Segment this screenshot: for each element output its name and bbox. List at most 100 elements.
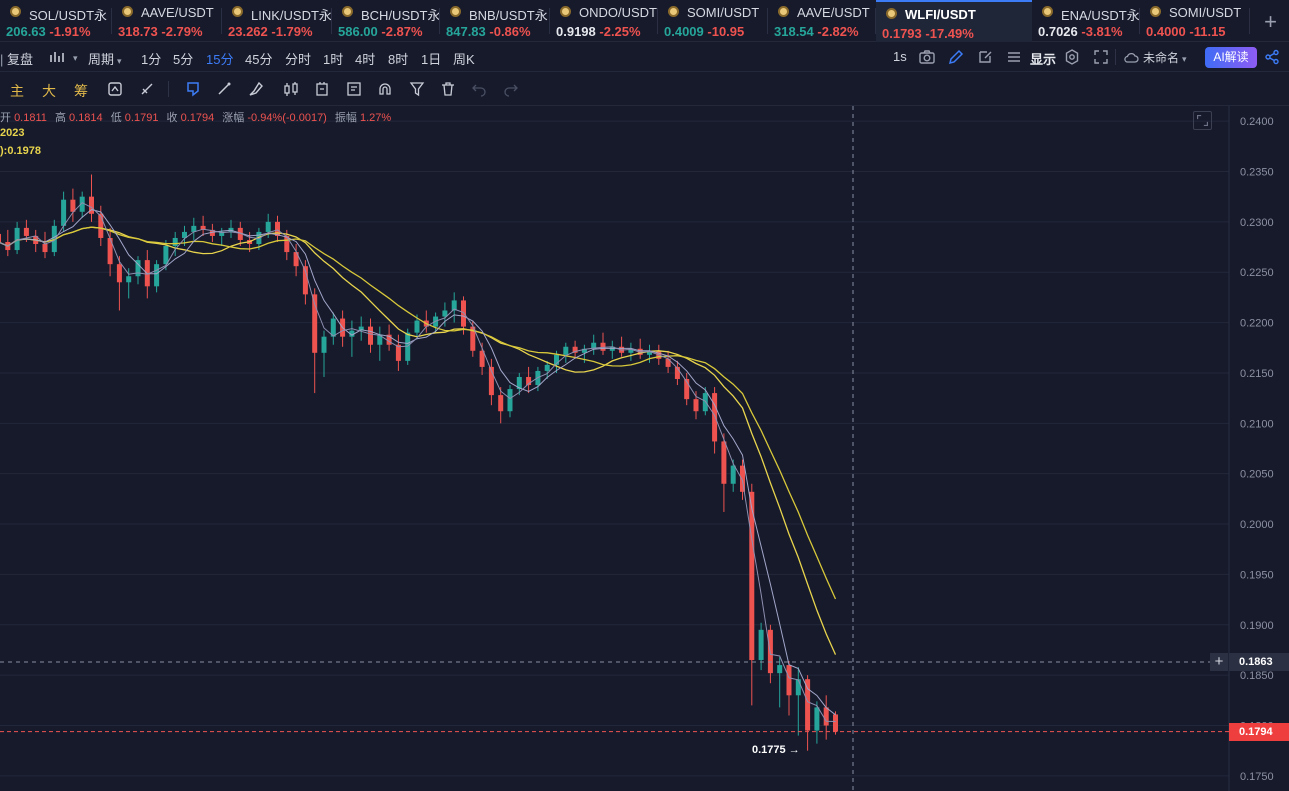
tab-change: -1.91% — [49, 24, 91, 39]
tab-price-change: 0.7026 -3.81% — [1038, 24, 1123, 39]
candle-body — [461, 300, 466, 327]
replay-button[interactable]: | 复盘 — [0, 49, 33, 68]
chart-canvas[interactable]: 0.2400 0.2350 0.2300 0.2250 0.2200 0.2150 0.21… — [0, 106, 1289, 791]
y-tick-label: 0.1750 — [1240, 771, 1274, 783]
replay-edge-icon: | — [0, 52, 4, 67]
note-tool-icon[interactable] — [345, 80, 363, 98]
tab-price: 0.9198 — [556, 24, 596, 39]
interval-button[interactable]: 周K — [453, 49, 475, 68]
symbol-tab[interactable]: SOMI/USDT 0.4000 -11.15 — [1140, 0, 1250, 42]
fullscreen-icon[interactable] — [1092, 48, 1110, 66]
tab-separator — [1249, 8, 1250, 34]
candle-body — [777, 665, 783, 674]
close-value: 0.1794 — [180, 112, 215, 124]
low-marker-label: 0.1775 → — [752, 743, 800, 756]
crosshair-price-tag: 0.1863 — [1229, 653, 1289, 672]
coin-icon — [560, 6, 571, 17]
share-nodes-icon[interactable] — [1263, 48, 1281, 66]
redo-icon[interactable] — [502, 80, 520, 98]
expand-icon[interactable] — [1193, 111, 1212, 130]
tab-price: 0.4000 — [1146, 24, 1186, 39]
symbol-tab[interactable]: AAVE/USDT 318.73 -2.79% — [112, 0, 222, 42]
period-dropdown[interactable]: 周期 ▾ — [88, 49, 122, 68]
interval-button[interactable]: 1分 — [141, 49, 161, 68]
indicator-cycle-icon[interactable] — [106, 80, 124, 98]
symbol-tab[interactable]: ENA/USDT永 0.7026 -3.81% — [1032, 0, 1140, 42]
coin-icon — [778, 6, 789, 17]
symbol-tab[interactable]: ONDO/USDT 0.9198 -2.25% — [550, 0, 658, 42]
trash-icon[interactable] — [439, 80, 457, 98]
candle-body — [563, 346, 569, 355]
indicator-tab[interactable]: 主 — [10, 81, 24, 101]
change-value: -0.94%(-0.0017) — [247, 112, 327, 124]
candle-body — [368, 326, 373, 345]
ai-analysis-button[interactable]: AI解读 — [1205, 47, 1257, 68]
candle-body — [730, 465, 736, 484]
interval-button[interactable]: 1日 — [421, 49, 441, 68]
brush-icon[interactable] — [247, 80, 265, 98]
magnet-icon[interactable] — [376, 80, 394, 98]
y-tick-label: 0.2400 — [1240, 116, 1274, 128]
symbol-tab[interactable]: SOMI/USDT 0.4009 -10.95 — [658, 0, 768, 42]
candle-body — [721, 441, 727, 484]
tab-symbol: SOMI/USDT — [687, 5, 760, 20]
symbol-tab[interactable]: WLFI/USDT 0.1793 -17.49% — [876, 0, 1032, 42]
coin-icon — [450, 6, 461, 17]
candle-body — [805, 679, 811, 731]
y-tick-label: 0.2350 — [1240, 166, 1274, 178]
tab-change: -10.95 — [707, 24, 745, 39]
open-label: 开 — [0, 112, 11, 124]
tab-price: 586.00 — [338, 24, 378, 39]
interval-button[interactable]: 分时 — [285, 49, 311, 68]
candle-tool-icon[interactable] — [282, 80, 300, 98]
ma-legend-1: 2023 — [0, 127, 25, 139]
text-tool-icon[interactable] — [313, 80, 331, 98]
candle-body — [498, 395, 504, 412]
more-icon[interactable] — [1005, 48, 1023, 66]
add-alert-plus-icon[interactable]: + — [1210, 653, 1228, 672]
candle-body — [833, 714, 838, 732]
candlestick-chart[interactable]: 0.2400 0.2350 0.2300 0.2250 0.2200 0.2150 0.21… — [0, 106, 1289, 791]
symbol-tab[interactable]: AAVE/USDT 318.54 -2.82% — [768, 0, 876, 42]
settings-gear-icon[interactable] — [1063, 48, 1081, 66]
undo-icon[interactable] — [470, 80, 488, 98]
amplitude-value: 1.27% — [359, 112, 392, 124]
ohlc-legend: 开 0.1811 高 0.1814 低 0.1791 收 0.1794 涨幅 -… — [0, 109, 396, 125]
symbol-tab[interactable]: BCH/USDT永 586.00 -2.87% — [332, 0, 440, 42]
symbol-tab[interactable]: SOL/USDT永 206.63 -1.91% — [0, 0, 112, 42]
pen-icon[interactable] — [947, 48, 965, 66]
symbol-tab[interactable]: LINK/USDT永 23.262 -1.79% — [222, 0, 332, 42]
refresh-rate[interactable]: 1s — [893, 49, 907, 64]
display-button[interactable]: 显示 — [1030, 49, 1056, 68]
interval-button[interactable]: 8时 — [388, 49, 408, 68]
share-icon[interactable] — [976, 48, 994, 66]
indicator-tab[interactable]: 大 — [42, 81, 56, 101]
candle-body — [740, 465, 745, 492]
cloud-icon[interactable] — [1122, 48, 1140, 66]
cursor-icon[interactable] — [184, 80, 202, 98]
tab-change: -2.79% — [161, 24, 203, 39]
coin-icon — [1042, 6, 1053, 17]
interval-button[interactable]: 45分 — [245, 49, 272, 68]
tab-price-change: 0.1793 -17.49% — [882, 26, 974, 41]
symbol-tab[interactable]: BNB/USDT永 847.83 -0.86% — [440, 0, 550, 42]
interval-button[interactable]: 15分 — [206, 49, 233, 68]
camera-icon[interactable] — [918, 48, 936, 66]
layout-name-dropdown[interactable]: 未命名 ▾ — [1143, 49, 1187, 66]
tab-symbol: SOL/USDT永 — [29, 8, 108, 23]
indicator-chart-icon[interactable] — [48, 48, 66, 66]
interval-button[interactable]: 1时 — [323, 49, 343, 68]
chevron-down-icon[interactable]: ▾ — [70, 49, 78, 64]
last-price-tag: 0.1794 — [1229, 722, 1289, 741]
replay-label: 复盘 — [7, 52, 34, 67]
tab-symbol: SOMI/USDT — [1169, 5, 1242, 20]
add-tab-icon[interactable]: + — [1264, 9, 1277, 35]
tab-symbol: ENA/USDT永 — [1061, 8, 1140, 23]
interval-button[interactable]: 4时 — [355, 49, 375, 68]
candle-body — [98, 213, 104, 238]
interval-button[interactable]: 5分 — [173, 49, 193, 68]
indicator-tab[interactable]: 筹 — [74, 81, 88, 101]
filter-icon[interactable] — [408, 80, 426, 98]
line-tool-icon[interactable] — [215, 80, 233, 98]
ruler-brush-icon[interactable] — [138, 80, 156, 98]
